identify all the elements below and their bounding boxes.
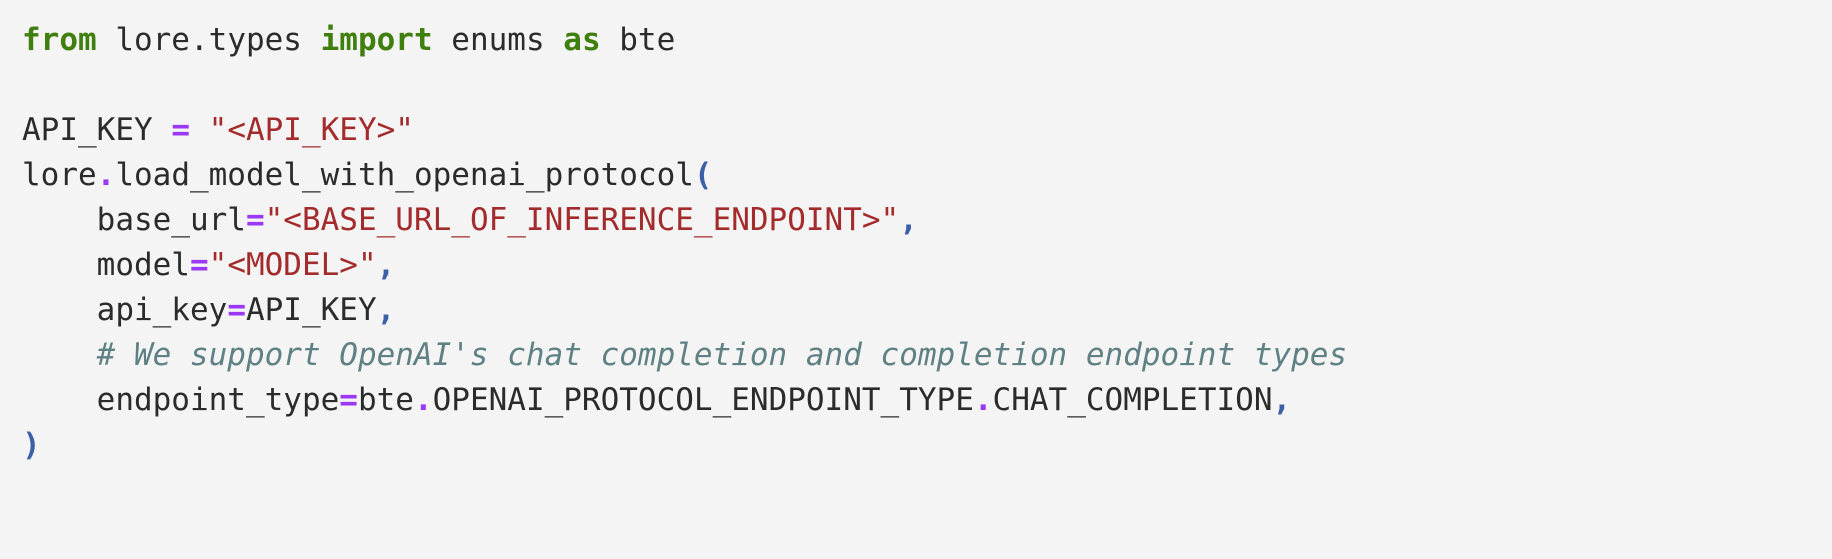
code-token-identifier: API_KEY [22,112,172,148]
code-token-operator: . [973,382,993,418]
code-token-keyword: from [22,22,97,58]
code-token-identifier: types [208,22,321,58]
code-line: # We support OpenAI's chat completion an… [22,333,1832,378]
code-line: ) [22,423,1832,468]
code-token-punctuation: ) [22,427,41,463]
code-line: from lore.types import enums as bte [22,18,1832,63]
code-token-identifier: endpoint_type [22,382,340,418]
code-token-operator: = [339,382,358,418]
code-token-string: "<MODEL>" [208,247,377,283]
code-token-punctuation: , [1272,382,1292,418]
code-token-operator: = [245,202,265,238]
code-token-identifier: OPENAI_PROTOCOL_ENDPOINT_TYPE [432,382,974,418]
code-token-punctuation: ( [693,157,713,193]
code-line: api_key=API_KEY, [22,288,1832,333]
code-token-identifier: lore [96,22,190,58]
code-token-string: "<BASE_URL_OF_INFERENCE_ENDPOINT>" [264,202,900,238]
code-token-identifier: . [189,22,209,58]
code-token-identifier [190,112,209,148]
code-token-operator: . [96,157,116,193]
code-token-operator: = [227,292,246,328]
code-token-identifier: bte [357,382,414,418]
code-token-operator: = [189,247,209,283]
code-token-identifier: CHAT_COMPLETION [992,382,1273,418]
code-token-keyword: as [563,22,601,58]
code-token-punctuation: , [376,247,396,283]
code-token-identifier: enums [432,22,564,58]
code-line: lore.load_model_with_openai_protocol( [22,153,1832,198]
code-token-identifier: lore [22,157,97,193]
code-token-identifier: api_key [22,292,228,328]
code-token-identifier: bte [600,22,676,58]
code-token-identifier: API_KEY [245,292,377,328]
code-token-operator: . [413,382,433,418]
code-token-identifier: model [22,247,190,283]
code-token-comment: # We support OpenAI's chat completion an… [96,337,1348,373]
code-token-string: "<API_KEY>" [208,112,414,148]
code-token-identifier: base_url [22,202,246,238]
code-token-identifier [22,337,97,373]
code-snippet-block[interactable]: from lore.types import enums as bte API_… [0,0,1832,559]
code-line: base_url="<BASE_URL_OF_INFERENCE_ENDPOIN… [22,198,1832,243]
code-token-identifier: load_model_with_openai_protocol [115,157,694,193]
code-line: API_KEY = "<API_KEY>" [22,108,1832,153]
code-token-punctuation: , [376,292,396,328]
code-line: endpoint_type=bte.OPENAI_PROTOCOL_ENDPOI… [22,378,1832,423]
code-token-operator: = [171,112,190,148]
code-token-keyword: import [320,22,433,58]
code-token-punctuation: , [899,202,918,238]
code-line: model="<MODEL>", [22,243,1832,288]
